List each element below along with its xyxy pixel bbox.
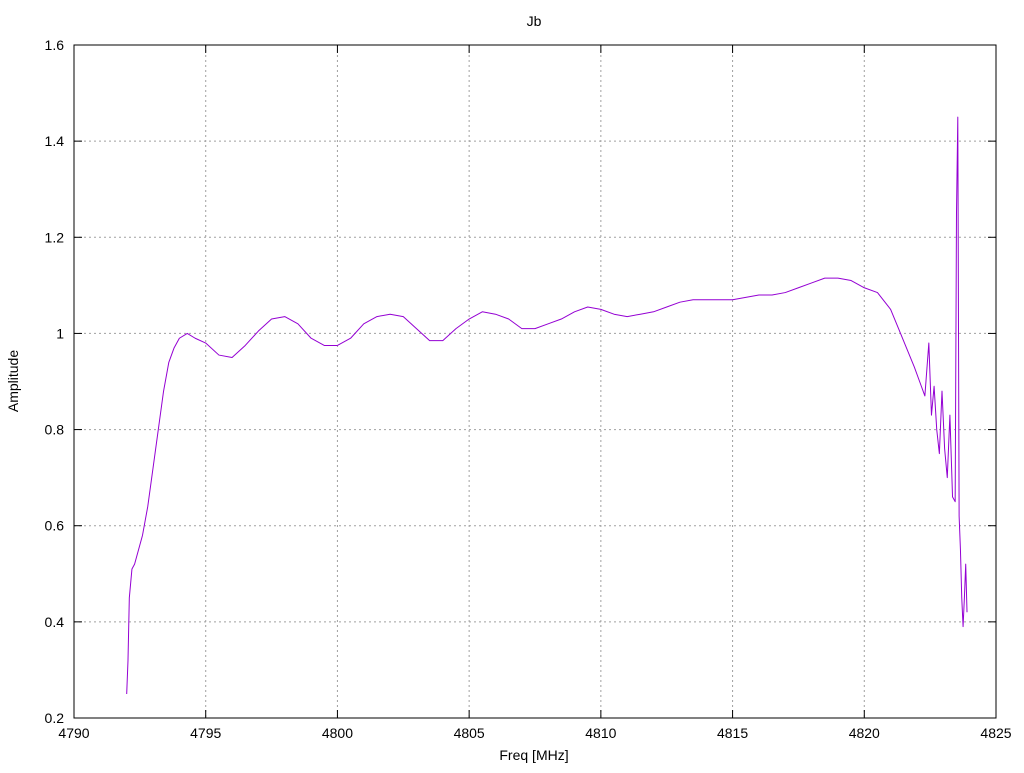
chart-title: Jb — [527, 13, 542, 29]
tick-marks — [73, 44, 997, 719]
y-axis-label: Amplitude — [5, 350, 21, 412]
x-axis-label: Freq [MHz] — [499, 747, 568, 763]
y-tick-label: 0.6 — [45, 518, 65, 534]
series-layer — [126, 116, 968, 694]
x-tick-label: 4800 — [322, 725, 353, 741]
x-tick-labels: 4790 4795 4800 4805 4810 4815 4820 4825 — [58, 725, 1011, 741]
y-tick-labels: 0.2 0.4 0.6 0.8 1 1.2 1.4 1.6 — [45, 37, 65, 726]
y-tick-label: 0.8 — [45, 422, 65, 438]
chart-svg: Jb 4790 4795 4800 4805 4810 4815 4820 4825 0.20… — [5, 13, 1012, 763]
y-tick-label: 0.2 — [45, 710, 65, 726]
y-tick-label: 1.6 — [45, 37, 65, 53]
x-tick-label: 4815 — [717, 725, 748, 741]
y-tick-label: 1.2 — [45, 229, 65, 245]
x-tick-label: 4795 — [190, 725, 221, 741]
chart-container: Jb 4790 4795 4800 4805 4810 4815 4820 4825 0.2 0… — [0, 0, 1024, 768]
y-tick-label: 0.4 — [45, 614, 65, 630]
y-tick-label: 1.4 — [45, 133, 65, 149]
plot-frame — [73, 44, 997, 719]
x-tick-label: 4790 — [58, 725, 89, 741]
x-tick-label: 4820 — [849, 725, 880, 741]
series-line — [126, 116, 968, 694]
x-tick-label: 4805 — [454, 725, 485, 741]
y-tick-label: 1 — [56, 325, 64, 341]
x-tick-label: 4825 — [980, 725, 1011, 741]
grid-lines — [74, 45, 996, 718]
x-tick-label: 4810 — [585, 725, 616, 741]
